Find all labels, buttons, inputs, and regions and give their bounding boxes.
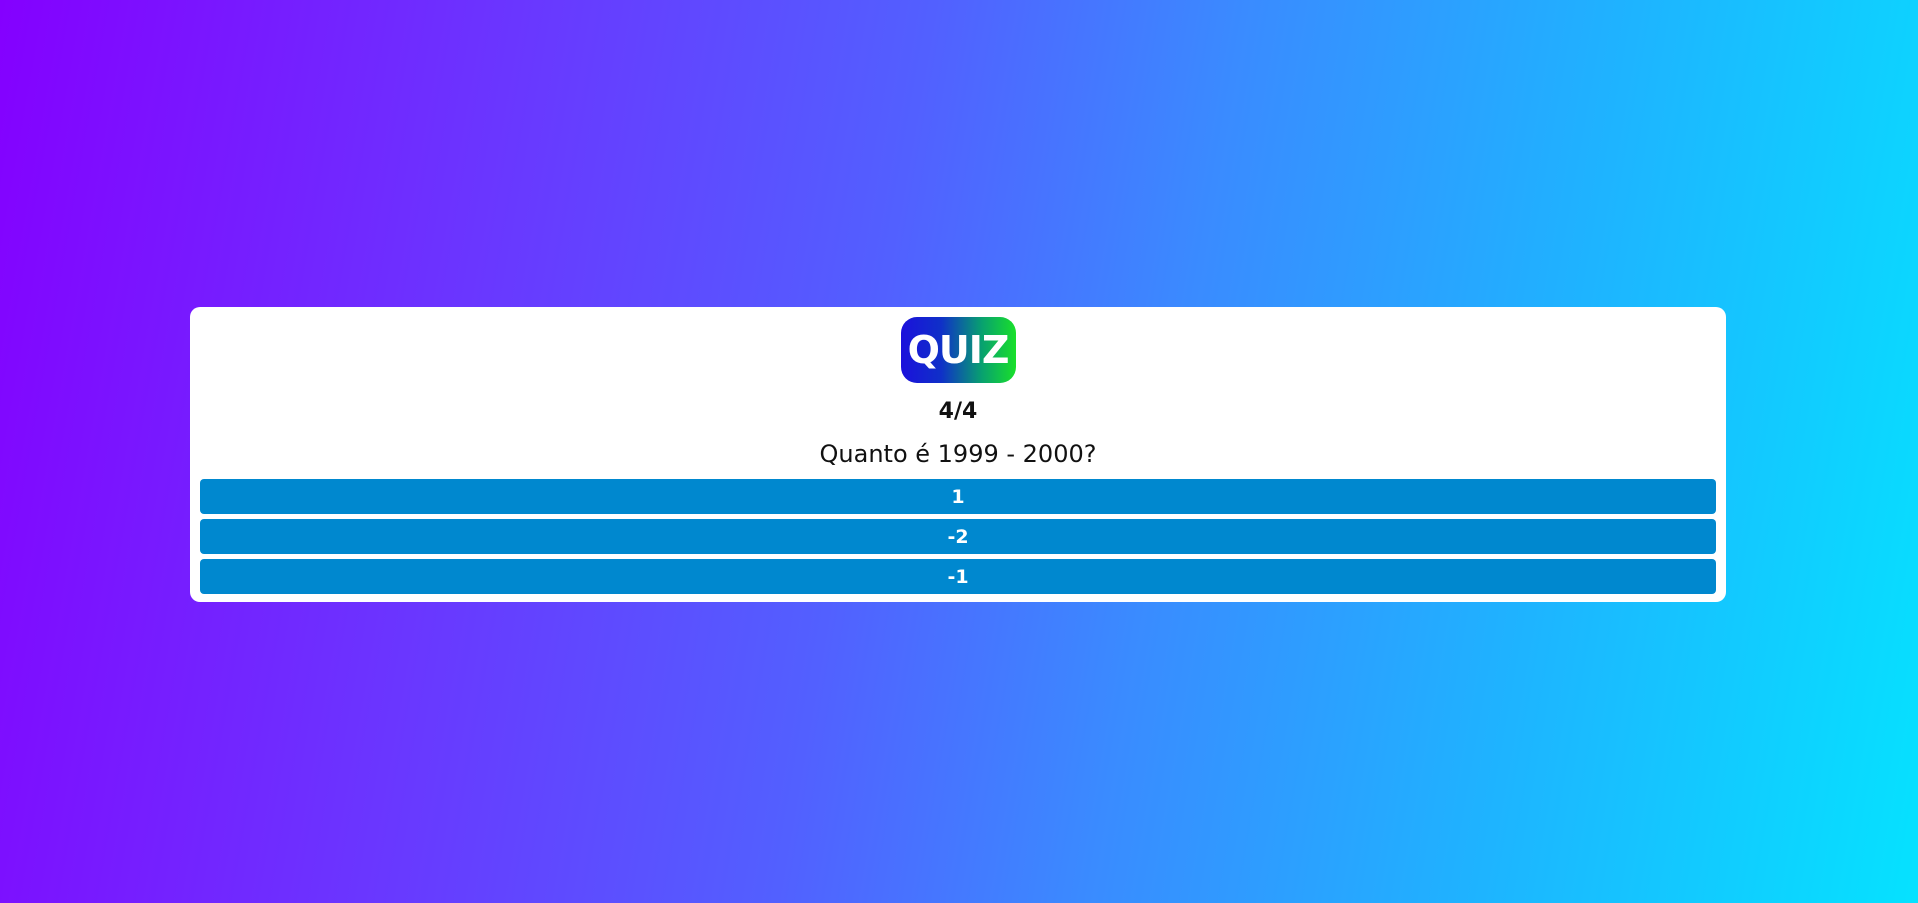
quiz-card: QUIZ 4/4 Quanto é 1999 - 2000? 1 -2 -1 <box>190 307 1726 602</box>
quiz-logo: QUIZ <box>900 317 1016 383</box>
answer-option-3[interactable]: -1 <box>200 559 1716 594</box>
question-text: Quanto é 1999 - 2000? <box>819 440 1097 468</box>
answer-list: 1 -2 -1 <box>200 479 1716 594</box>
answer-option-2[interactable]: -2 <box>200 519 1716 554</box>
logo-container: QUIZ <box>200 317 1716 383</box>
question-counter: 4/4 <box>938 399 978 424</box>
answer-option-1[interactable]: 1 <box>200 479 1716 514</box>
